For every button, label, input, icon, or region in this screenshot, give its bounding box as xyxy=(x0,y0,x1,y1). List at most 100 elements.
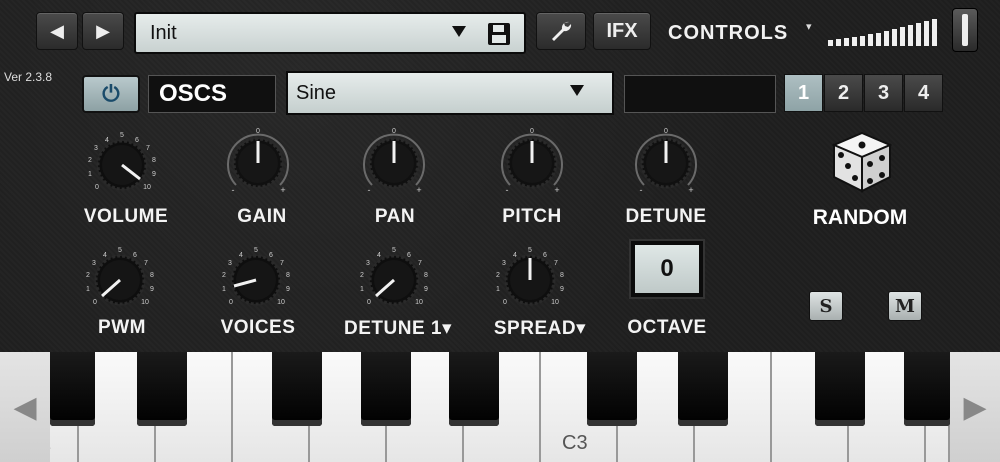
piano-key-black[interactable] xyxy=(904,352,950,426)
random-button[interactable]: RANDOM xyxy=(790,206,930,230)
preset-selector[interactable]: Init xyxy=(134,12,526,54)
osc-tab-3[interactable]: 3 xyxy=(864,74,903,112)
tick-1: 1 xyxy=(86,286,90,293)
octave-value: 0 xyxy=(635,245,699,293)
volume-knob[interactable]: 0 1 2 3 4 5 6 7 8 9 10 xyxy=(72,123,172,203)
tick-3: 3 xyxy=(366,260,370,267)
detune-1-label[interactable]: DETUNE 1▾ xyxy=(318,317,478,340)
pwm-knob[interactable]: 0 1 2 3 4 5 6 7 8 9 10 xyxy=(70,238,170,318)
mute-button[interactable]: M xyxy=(888,291,922,321)
tick-9: 9 xyxy=(424,286,428,293)
settings-button[interactable] xyxy=(536,12,586,50)
bipolar-knob: 0 - + xyxy=(363,128,425,195)
tick-2: 2 xyxy=(86,272,90,279)
ifx-button[interactable]: IFX xyxy=(593,12,651,50)
gain-knob[interactable]: 0 - + xyxy=(208,123,308,203)
tick-2: 2 xyxy=(360,272,364,279)
voices-knob[interactable]: 0 1 2 3 4 5 6 7 8 9 10 xyxy=(206,238,306,318)
piano-key-black[interactable] xyxy=(272,352,322,426)
note-label-c3: C3 xyxy=(562,432,588,454)
tick-10: 10 xyxy=(277,299,285,306)
save-icon[interactable] xyxy=(488,23,510,45)
waveform-selector[interactable]: Sine xyxy=(286,71,614,115)
octave-down-button[interactable]: ◀ xyxy=(0,352,50,462)
piano-key-black[interactable] xyxy=(815,352,865,426)
tick-3: 3 xyxy=(502,260,506,267)
tick-center: 0 xyxy=(530,128,534,135)
tick-6: 6 xyxy=(543,252,547,259)
tick-3: 3 xyxy=(228,260,232,267)
tick-5: 5 xyxy=(392,247,396,254)
power-button[interactable]: ⏻ xyxy=(82,75,140,113)
spread-knob[interactable]: 0 1 2 3 4 5 6 7 8 9 10 xyxy=(480,238,580,318)
piano-key-black[interactable] xyxy=(361,352,411,426)
volume-slider-handle[interactable] xyxy=(952,8,978,52)
piano-key-black[interactable] xyxy=(587,352,637,426)
left-arrow-icon: ◀ xyxy=(13,390,37,424)
numbered-knob: 0 1 2 3 4 5 6 7 8 9 10 xyxy=(222,247,290,306)
pitch-knob[interactable]: 0 - + xyxy=(482,123,582,203)
synth-panel: ◀ ▶ Init IFX CONTROLS ▾ Ver 2.3.8 ⏻ OSCS… xyxy=(0,0,1000,352)
controls-caret-icon: ▾ xyxy=(806,21,812,33)
tick-center: 0 xyxy=(392,128,396,135)
octave-label: OCTAVE xyxy=(627,317,707,338)
octave-display[interactable]: 0 xyxy=(629,239,705,299)
tick-4: 4 xyxy=(105,137,109,144)
tick-center: 0 xyxy=(664,128,668,135)
oscillator-name: OSCS xyxy=(148,75,276,113)
tick-10: 10 xyxy=(141,299,149,306)
tick-10: 10 xyxy=(143,184,151,191)
power-icon: ⏻ xyxy=(102,81,120,106)
tick-6: 6 xyxy=(133,252,137,259)
piano-key-black[interactable] xyxy=(50,352,95,426)
piano-key-black[interactable] xyxy=(449,352,499,426)
osc-tab-1[interactable]: 1 xyxy=(784,74,823,112)
prev-preset-button[interactable]: ◀ xyxy=(36,12,78,50)
tick-plus: + xyxy=(280,185,285,195)
next-arrow-icon: ▶ xyxy=(96,20,110,41)
tick-9: 9 xyxy=(152,171,156,178)
next-preset-button[interactable]: ▶ xyxy=(82,12,124,50)
dice-icon[interactable] xyxy=(832,131,892,193)
osc-tab-4[interactable]: 4 xyxy=(904,74,943,112)
piano-key-black[interactable] xyxy=(137,352,187,426)
numbered-knob: 0 1 2 3 4 5 6 7 8 9 10 xyxy=(496,247,564,306)
tick-2: 2 xyxy=(496,272,500,279)
tick-minus: - xyxy=(640,185,643,195)
tick-plus: + xyxy=(688,185,693,195)
pan-knob[interactable]: 0 - + xyxy=(344,123,444,203)
detune-1-knob[interactable]: 0 1 2 3 4 5 6 7 8 9 10 xyxy=(344,238,444,318)
tick-center: 0 xyxy=(256,128,260,135)
tick-4: 4 xyxy=(103,252,107,259)
level-meter xyxy=(828,14,956,46)
solo-button[interactable]: S xyxy=(809,291,843,321)
tick-3: 3 xyxy=(92,260,96,267)
right-arrow-icon: ▶ xyxy=(963,390,987,424)
voices-label: VOICES xyxy=(220,317,296,338)
bipolar-knob: 0 - + xyxy=(501,128,563,195)
piano-key-black[interactable] xyxy=(678,352,728,426)
numbered-knob: 0 1 2 3 4 5 6 7 8 9 10 xyxy=(360,247,428,306)
tick-1: 1 xyxy=(360,286,364,293)
tick-9: 9 xyxy=(560,286,564,293)
detune-knob[interactable]: 0 - + xyxy=(616,123,716,203)
tick-5: 5 xyxy=(120,132,124,139)
prev-arrow-icon: ◀ xyxy=(50,20,64,41)
tick-6: 6 xyxy=(135,137,139,144)
tick-1: 1 xyxy=(222,286,226,293)
tick-7: 7 xyxy=(146,145,150,152)
octave-up-button[interactable]: ▶ xyxy=(950,352,1000,462)
controls-menu[interactable]: CONTROLS xyxy=(668,22,788,45)
tick-2: 2 xyxy=(222,272,226,279)
ifx-label: IFX xyxy=(606,19,638,42)
tick-minus: - xyxy=(232,185,235,195)
tick-plus: + xyxy=(554,185,559,195)
tick-7: 7 xyxy=(418,260,422,267)
numbered-knob: 0 1 2 3 4 5 6 7 8 9 10 xyxy=(86,247,154,306)
osc-tab-2[interactable]: 2 xyxy=(824,74,863,112)
tick-0: 0 xyxy=(367,299,371,306)
tick-8: 8 xyxy=(150,272,154,279)
tick-3: 3 xyxy=(94,145,98,152)
detune-label: DETUNE xyxy=(625,206,707,227)
tick-0: 0 xyxy=(93,299,97,306)
